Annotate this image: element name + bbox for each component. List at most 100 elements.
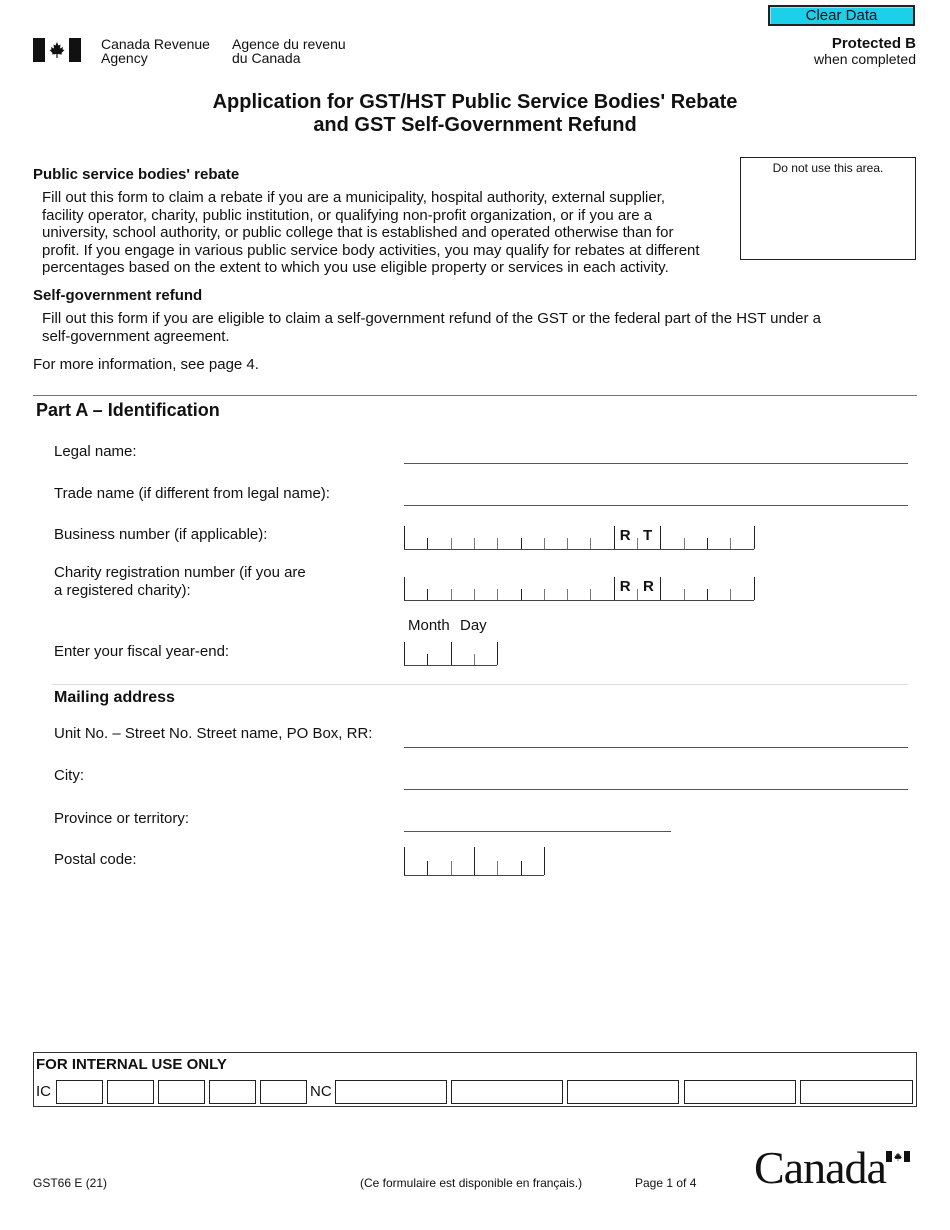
comb-divider (473, 654, 475, 665)
psb-heading: Public service bodies' rebate (33, 166, 240, 183)
comb-divider (497, 589, 499, 600)
comb-divider (520, 538, 522, 549)
canada-wordmark: Canada (754, 1142, 887, 1193)
agency-fr-line1: Agence du revenu (232, 36, 346, 52)
postal-code-field[interactable] (404, 847, 545, 876)
psb-line: profit. If you engage in various public … (42, 241, 700, 259)
comb-divider (520, 589, 522, 600)
trade-name-field[interactable] (404, 505, 908, 506)
charity-number-label: Charity registration number (if you are … (54, 564, 306, 600)
sg-description: Fill out this form if you are eligible t… (42, 310, 821, 345)
program-identifier-letter: R (643, 578, 654, 595)
program-identifier-letter: T (643, 527, 653, 544)
comb-divider (427, 654, 429, 665)
comb-divider (660, 577, 662, 600)
nc-cell[interactable] (567, 1080, 679, 1104)
mailing-address-heading: Mailing address (54, 689, 175, 706)
month-label: Month (408, 617, 450, 634)
comb-divider (427, 538, 429, 549)
do-not-use-label: Do not use this area. (772, 161, 884, 175)
comb-divider (473, 589, 475, 600)
comb-divider (543, 589, 545, 600)
agency-name-french: Agence du revenu du Canada (232, 37, 346, 65)
sg-line: self-government agreement. (42, 327, 230, 345)
fiscal-year-end-label: Enter your fiscal year-end: (54, 643, 230, 660)
comb-divider (404, 577, 405, 600)
agency-fr-line2: du Canada (232, 50, 301, 66)
psb-line: university, school authority, or public … (42, 224, 674, 241)
postal-code-label: Postal code: (54, 851, 137, 868)
psb-line: facility operator, charity, public insti… (42, 206, 653, 224)
comb-divider (520, 861, 522, 875)
charity-number-field[interactable]: RR (404, 577, 755, 601)
comb-divider (427, 589, 429, 600)
ic-cell[interactable] (209, 1080, 256, 1104)
fiscal-year-end-field[interactable] (404, 642, 499, 666)
protected-label: Protected B (831, 35, 916, 52)
comb-divider (706, 538, 708, 549)
comb-divider (473, 847, 475, 875)
business-number-field[interactable]: RT (404, 526, 755, 550)
comb-divider (613, 577, 615, 600)
province-field[interactable] (404, 831, 671, 832)
nc-label: NC (310, 1083, 332, 1100)
comb-divider (753, 577, 755, 600)
comb-divider (450, 861, 452, 875)
comb-divider (590, 538, 592, 549)
ic-cell[interactable] (107, 1080, 154, 1104)
program-identifier-letter: R (619, 578, 631, 595)
page-number: Page 1 of 4 (635, 1176, 697, 1190)
ic-label: IC (36, 1083, 51, 1100)
nc-cell[interactable] (335, 1080, 447, 1104)
business-number-label: Business number (if applicable): (54, 526, 268, 543)
street-label: Unit No. – Street No. Street name, PO Bo… (54, 725, 373, 742)
part-a-title: Part A – Identification (36, 400, 220, 420)
french-availability-note: (Ce formulaire est disponible en françai… (360, 1176, 583, 1190)
comb-divider (543, 538, 545, 549)
sg-heading: Self-government refund (33, 287, 203, 304)
province-label: Province or territory: (54, 810, 190, 827)
program-identifier-letter: R (619, 527, 631, 544)
comb-divider (706, 589, 708, 600)
comb-divider (497, 861, 499, 875)
comb-divider (753, 526, 755, 549)
comb-divider (450, 589, 452, 600)
more-info: For more information, see page 4. (33, 356, 259, 373)
internal-use-title: FOR INTERNAL USE ONLY (36, 1056, 227, 1073)
protected-sub: when completed (814, 51, 916, 67)
canada-flag-icon (33, 38, 81, 62)
title-line2: and GST Self-Government Refund (313, 114, 637, 136)
comb-divider (730, 538, 732, 549)
ic-cell[interactable] (56, 1080, 103, 1104)
comb-divider (637, 589, 638, 600)
ic-cell[interactable] (260, 1080, 307, 1104)
wordmark-flag-icon (886, 1151, 910, 1162)
nc-cell[interactable] (800, 1080, 913, 1104)
city-field[interactable] (404, 789, 908, 790)
nc-cell[interactable] (451, 1080, 563, 1104)
comb-divider (450, 538, 452, 549)
clear-data-button[interactable]: Clear Data (768, 5, 915, 26)
nc-cell[interactable] (684, 1080, 796, 1104)
comb-divider (543, 847, 545, 875)
comb-divider (683, 538, 685, 549)
agency-name-english: Canada Revenue Agency (101, 37, 210, 65)
address-divider (52, 684, 908, 685)
comb-divider (730, 589, 732, 600)
sg-line: Fill out this form if you are eligible t… (42, 310, 821, 327)
comb-divider (427, 861, 429, 875)
legal-name-field[interactable] (404, 463, 908, 464)
psb-line: percentages based on the extent to which… (42, 259, 669, 276)
comb-divider (404, 642, 405, 665)
comb-divider (567, 589, 569, 600)
comb-divider (473, 538, 475, 549)
comb-divider (613, 526, 615, 549)
comb-divider (637, 538, 638, 549)
agency-en-line1: Canada Revenue (101, 36, 210, 52)
ic-cell[interactable] (158, 1080, 205, 1104)
street-field[interactable] (404, 747, 908, 748)
title-line1: Application for GST/HST Public Service B… (212, 91, 738, 113)
page-title: Application for GST/HST Public Service B… (0, 91, 950, 137)
form-id: GST66 E (21) (33, 1176, 108, 1190)
charity-label-line2: a registered charity): (54, 582, 191, 599)
